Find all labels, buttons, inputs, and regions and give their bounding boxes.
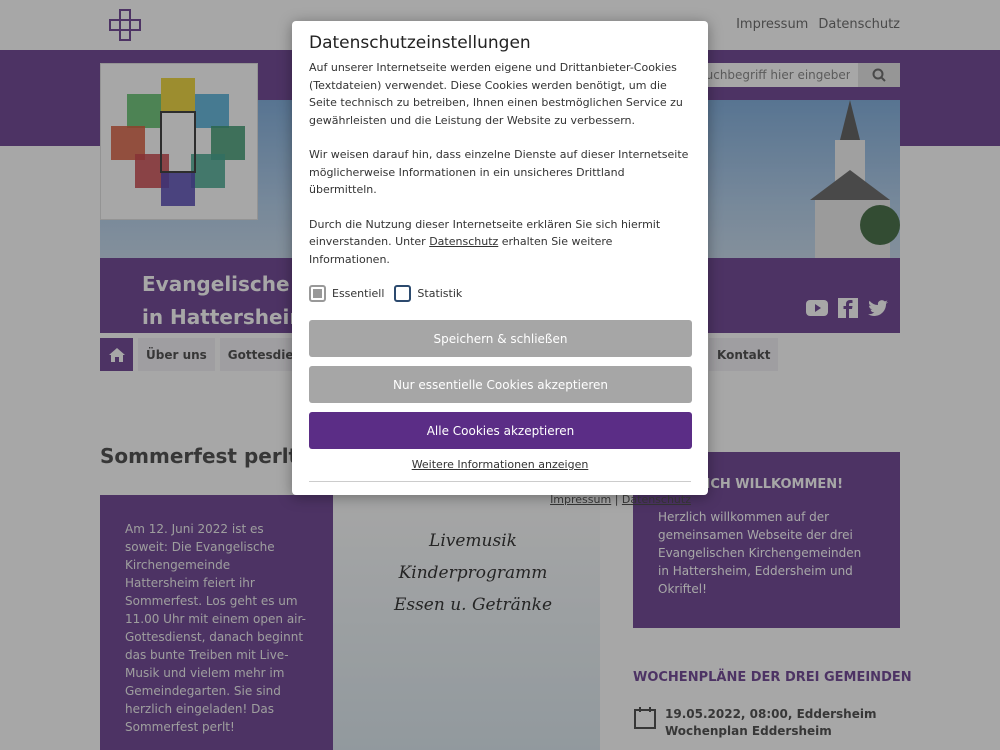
save-close-button[interactable]: Speichern & schließen <box>309 320 692 357</box>
checkbox-unchecked-icon <box>394 285 412 302</box>
datenschutz-link[interactable]: Datenschutz <box>429 235 498 248</box>
dialog-paragraph-1: Auf unserer Internetseite werden eigene … <box>309 61 683 127</box>
statistik-label: Statistik <box>417 287 463 300</box>
checkbox-checked-icon <box>309 285 326 302</box>
essential-label: Essentiell <box>332 287 385 300</box>
privacy-settings-dialog: Datenschutzeinstellungen Auf unserer Int… <box>292 21 708 506</box>
more-info-link[interactable]: Weitere Informationen anzeigen <box>309 458 691 482</box>
dialog-footer: Impressum | Datenschutz <box>309 493 691 506</box>
dialog-paragraph-2: Wir weisen darauf hin, dass einzelne Die… <box>309 148 689 196</box>
dialog-paragraph-3: Durch die Nutzung dieser Internetseite e… <box>309 216 691 269</box>
footer-datenschutz-link[interactable]: Datenschutz <box>622 493 691 506</box>
footer-separator: | <box>614 493 619 506</box>
cookie-checkboxes: Essentiell Statistik <box>309 285 691 302</box>
statistik-checkbox[interactable]: Statistik <box>394 285 462 302</box>
accept-all-button[interactable]: Alle Cookies akzeptieren <box>309 412 692 449</box>
essential-checkbox[interactable]: Essentiell <box>309 285 384 302</box>
footer-impressum-link[interactable]: Impressum <box>550 493 611 506</box>
dialog-title: Datenschutzeinstellungen <box>309 33 531 53</box>
accept-essential-button[interactable]: Nur essentielle Cookies akzeptieren <box>309 366 692 403</box>
